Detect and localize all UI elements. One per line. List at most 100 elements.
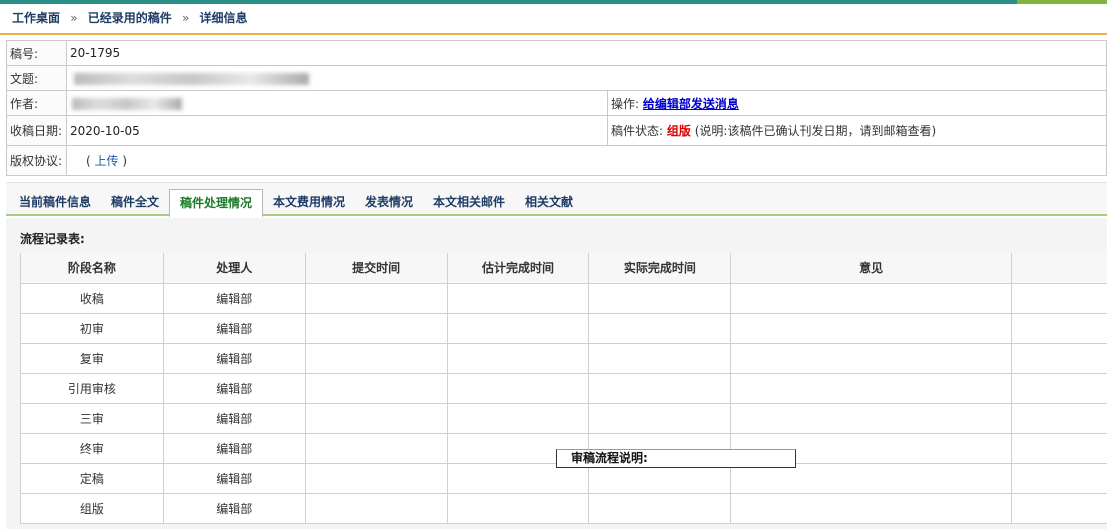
tab-publication[interactable]: 发表情况 <box>365 189 413 216</box>
empty-cell <box>588 492 732 524</box>
stage-cell[interactable]: 组版 <box>20 492 164 524</box>
empty-cell <box>304 432 448 464</box>
empty-cell <box>304 342 448 374</box>
flow-record-title: 流程记录表: <box>20 232 85 246</box>
breadcrumb-accepted-link[interactable]: 已经录用的稿件 <box>88 11 172 25</box>
empty-cell <box>588 282 732 314</box>
empty-cell <box>446 402 590 434</box>
status-value: 组版 <box>666 124 691 138</box>
empty-cell <box>588 372 732 404</box>
empty-cell <box>730 492 1013 524</box>
redacted-title-blur <box>74 72 309 85</box>
empty-cell <box>1011 342 1107 374</box>
empty-cell <box>304 312 448 344</box>
tab-related-emails[interactable]: 本文相关邮件 <box>433 189 505 216</box>
copyright-paren-open: ( <box>86 154 91 168</box>
copyright-paren-close: ) <box>122 154 128 168</box>
table-row: 收稿 编辑部 <box>20 282 1107 314</box>
empty-cell <box>1011 372 1107 404</box>
handler-cell: 编辑部 <box>162 312 306 344</box>
table-row: 复审 编辑部 <box>20 342 1107 374</box>
breadcrumb-separator: » <box>70 11 78 25</box>
empty-cell <box>446 342 590 374</box>
review-process-tooltip: 审稿流程说明: <box>556 449 796 468</box>
author-value-redacted <box>66 90 608 116</box>
empty-cell <box>446 312 590 344</box>
empty-cell <box>1011 402 1107 434</box>
received-date-label: 收稿日期: <box>6 115 67 146</box>
author-label: 作者: <box>6 90 67 116</box>
breadcrumb-separator: » <box>181 11 190 25</box>
copyright-label: 版权协议: <box>6 145 67 176</box>
stage-cell[interactable]: 收稿 <box>20 282 164 314</box>
empty-cell <box>588 402 732 434</box>
empty-cell <box>730 372 1013 404</box>
header-stage: 阶段名称 <box>20 253 164 283</box>
table-row: 三审 编辑部 <box>20 402 1107 434</box>
handler-cell: 编辑部 <box>162 462 306 494</box>
operation-cell: 操作: 给编辑部发送消息 <box>607 90 1107 116</box>
stage-cell[interactable]: 定稿 <box>20 462 164 494</box>
handler-cell: 编辑部 <box>162 492 306 524</box>
handler-cell: 编辑部 <box>162 432 306 464</box>
empty-cell <box>446 492 590 524</box>
manuscript-info-table: 稿号: 20-1795 文题: 作者: 操作: 给编辑部发送消息 收稿日期: 2… <box>6 40 1107 176</box>
stage-cell[interactable]: 引用审核 <box>20 372 164 404</box>
header-handler: 处理人 <box>162 253 306 283</box>
empty-cell <box>1011 462 1107 494</box>
empty-cell <box>304 372 448 404</box>
empty-cell <box>1011 282 1107 314</box>
header-submit-time: 提交时间 <box>304 253 448 283</box>
empty-cell <box>446 372 590 404</box>
status-note: (说明:该稿件已确认刊发日期，请到邮箱查看) <box>694 124 937 138</box>
stage-cell[interactable]: 终审 <box>20 432 164 464</box>
copyright-value: ( 上传 ) <box>66 145 1107 176</box>
stage-cell[interactable]: 三审 <box>20 402 164 434</box>
redacted-author-blur <box>72 97 182 110</box>
stage-cell[interactable]: 复审 <box>20 342 164 374</box>
flow-header-row: 阶段名称 处理人 提交时间 估计完成时间 实际完成时间 意见 <box>20 253 1107 283</box>
table-row: 组版 编辑部 <box>20 492 1107 524</box>
table-row: 引用审核 编辑部 <box>20 372 1107 404</box>
tab-current-info[interactable]: 当前稿件信息 <box>19 189 91 216</box>
empty-cell <box>730 282 1013 314</box>
empty-cell <box>730 402 1013 434</box>
send-message-link[interactable]: 给编辑部发送消息 <box>643 97 739 111</box>
header-estimated-time: 估计完成时间 <box>446 253 590 283</box>
empty-cell <box>446 282 590 314</box>
header-empty <box>1011 253 1107 283</box>
stage-cell[interactable]: 初审 <box>20 312 164 344</box>
handler-cell: 编辑部 <box>162 372 306 404</box>
tab-processing-status[interactable]: 稿件处理情况 <box>169 189 264 218</box>
tab-fees[interactable]: 本文费用情况 <box>273 189 345 216</box>
empty-cell <box>730 312 1013 344</box>
empty-cell <box>304 402 448 434</box>
manuscript-no-value: 20-1795 <box>66 40 1107 66</box>
empty-cell <box>1011 432 1107 464</box>
handler-cell: 编辑部 <box>162 342 306 374</box>
table-row: 初审 编辑部 <box>20 312 1107 344</box>
empty-cell <box>304 462 448 494</box>
title-value-redacted <box>66 65 1107 91</box>
header-actual-time: 实际完成时间 <box>588 253 732 283</box>
empty-cell <box>1011 312 1107 344</box>
breadcrumb-home-link[interactable]: 工作桌面 <box>12 11 60 25</box>
breadcrumb: 工作桌面 » 已经录用的稿件 » 详细信息 <box>0 4 1107 35</box>
handler-cell: 编辑部 <box>162 282 306 314</box>
tab-full-text[interactable]: 稿件全文 <box>111 189 159 216</box>
empty-cell <box>588 342 732 374</box>
status-label: 稿件状态: <box>611 124 664 138</box>
operation-label: 操作: <box>611 96 640 111</box>
manuscript-no-label: 稿号: <box>6 40 67 66</box>
breadcrumb-current: 详细信息 <box>199 11 248 25</box>
flow-record-table: 阶段名称 处理人 提交时间 估计完成时间 实际完成时间 意见 收稿 编辑部 初审… <box>20 253 1107 524</box>
title-label: 文题: <box>6 65 67 91</box>
tab-related-literature[interactable]: 相关文献 <box>525 189 573 216</box>
empty-cell <box>304 282 448 314</box>
upload-link[interactable]: 上传 <box>95 154 119 168</box>
empty-cell <box>1011 492 1107 524</box>
empty-cell <box>730 342 1013 374</box>
tab-bar: 当前稿件信息 稿件全文 稿件处理情况 本文费用情况 发表情况 本文相关邮件 相关… <box>6 182 1107 218</box>
empty-cell <box>588 312 732 344</box>
status-cell: 稿件状态: 组版 (说明:该稿件已确认刊发日期，请到邮箱查看) <box>607 115 1107 146</box>
